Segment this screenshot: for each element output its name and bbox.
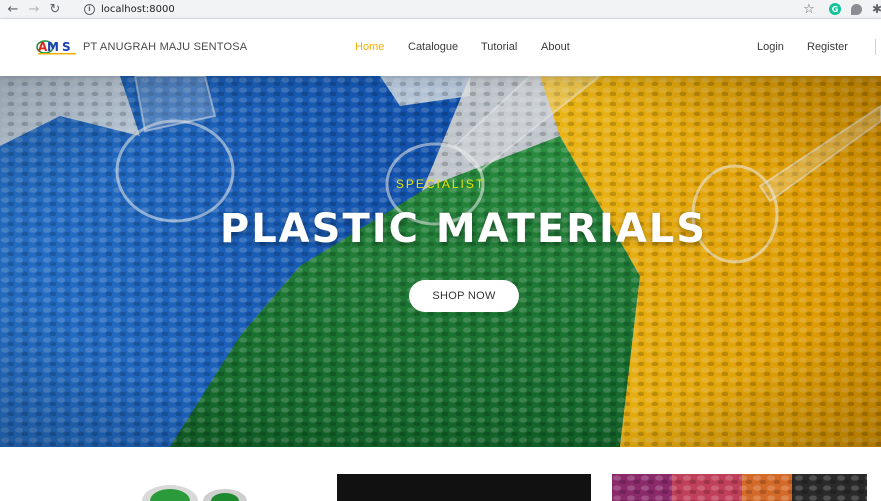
hero-overlay [0,76,881,447]
back-icon[interactable]: ← [5,1,21,17]
nav-about[interactable]: About [541,41,570,53]
site-header: A M S PT ANUGRAH MAJU SENTOSA Home Catal… [0,19,881,76]
header-divider [875,39,876,55]
address-bar[interactable]: i localhost:8000 [75,0,815,18]
login-link[interactable]: Login [757,41,784,53]
hero-title: PLASTIC MATERIALS [219,206,708,252]
shop-now-button[interactable]: SHOP NOW [409,280,519,312]
svg-text:S: S [62,40,71,54]
reload-icon[interactable]: ↻ [47,1,63,17]
info-icon[interactable]: i [84,3,95,15]
forward-icon[interactable]: → [26,1,42,17]
register-link[interactable]: Register [807,41,848,53]
featured-section [0,447,881,501]
brand-name[interactable]: PT ANUGRAH MAJU SENTOSA [83,41,247,53]
puzzle-icon[interactable]: ✱ [870,2,881,16]
browser-toolbar: ← → ↻ i localhost:8000 ☆ G ✱ [0,0,881,19]
extension-icon[interactable] [851,4,862,15]
hero-eyebrow: SPECIALIST [395,177,486,191]
grammarly-icon[interactable]: G [829,3,841,15]
star-icon[interactable]: ☆ [802,2,816,17]
svg-text:M: M [47,40,59,54]
hero-banner: SPECIALIST PLASTIC MATERIALS SHOP NOW [0,76,881,447]
company-logo[interactable]: A M S [36,38,80,56]
nav-tutorial[interactable]: Tutorial [481,41,517,53]
nav-home[interactable]: Home [355,41,384,53]
product-card-image-2[interactable] [337,474,591,501]
product-card-image-3[interactable] [612,474,867,501]
product-card-image-1[interactable] [130,482,260,501]
url-text[interactable]: localhost:8000 [101,4,175,15]
nav-catalogue[interactable]: Catalogue [408,41,458,53]
